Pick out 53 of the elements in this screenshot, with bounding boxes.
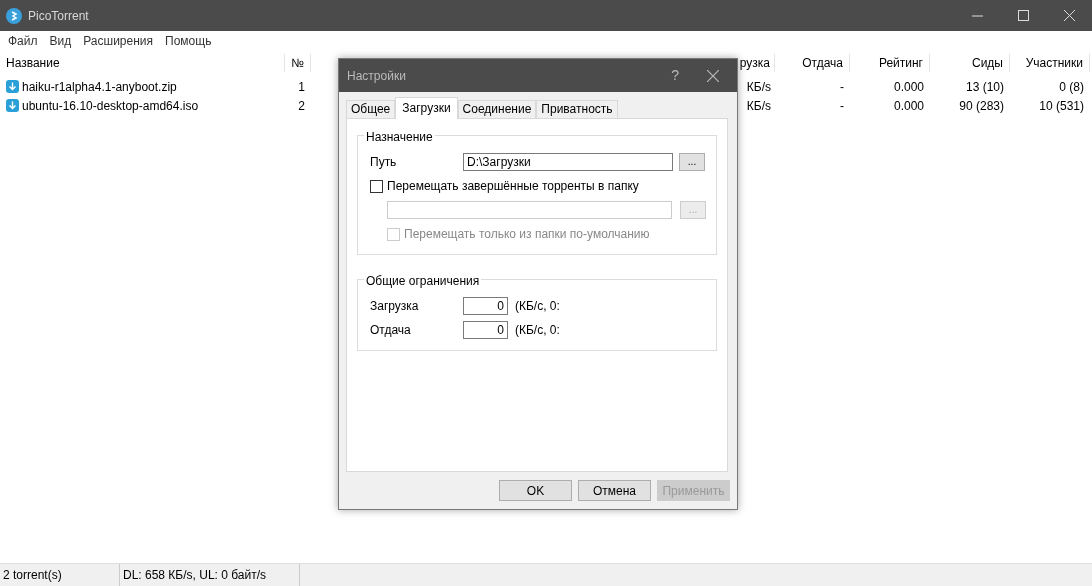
group-legend: Общие ограничения [364, 272, 482, 290]
unit-label: (КБ/с, 0: [515, 322, 560, 339]
path-field[interactable]: D:\Загрузки [463, 153, 673, 171]
tab[interactable]: Общее [346, 100, 396, 118]
unit-label: (КБ/с, 0: [515, 298, 560, 315]
checkbox[interactable] [370, 179, 383, 193]
app-logo-icon [6, 7, 22, 24]
menu-item[interactable]: Файл [2, 32, 44, 50]
torrent-name: haiku-r1alpha4.1-anyboot.zip [22, 78, 177, 96]
column-header[interactable]: Название [0, 54, 285, 72]
table-cell-text: 1 [297, 78, 306, 96]
checkbox-label: Перемещать завершённые торренты в папку [387, 178, 639, 195]
ok-button[interactable]: OK [499, 480, 572, 501]
folder-field[interactable] [387, 201, 673, 219]
dialog-title: Настройки [347, 67, 406, 85]
download-icon [6, 80, 19, 93]
window-title: PicoTorrent [28, 7, 89, 25]
help-button[interactable]: ? [671, 65, 679, 86]
tab[interactable]: Соединение [457, 100, 537, 118]
table-cell-text: 90 (283) [958, 97, 1005, 115]
limit-field[interactable]: 0 [463, 321, 508, 339]
tab[interactable]: Приватность [536, 100, 618, 118]
torrent-name: ubuntu-16.10-desktop-amd64.iso [22, 97, 199, 115]
cancel-button[interactable]: Отмена [578, 480, 651, 501]
status-text: DL: 658 КБ/s, UL: 0 байт/s [123, 567, 267, 584]
column-header[interactable]: Сиды [930, 54, 1010, 72]
status-text: 2 torrent(s) [3, 567, 62, 584]
limit-field[interactable]: 0 [463, 297, 508, 315]
download-icon [6, 99, 19, 112]
field-label: Путь [370, 154, 398, 171]
field-label: Отдача [370, 322, 412, 339]
browse-button[interactable]: ... [679, 153, 705, 171]
field-label: Загрузка [370, 298, 420, 315]
table-cell-text: 2 [297, 97, 306, 115]
table-cell-text: 13 (10) [964, 78, 1005, 96]
table-cell-text: 0.000 [892, 78, 925, 96]
close-icon[interactable] [707, 69, 719, 82]
table-cell-text: КБ/s [745, 78, 772, 96]
table-cell-text: 10 (531) [1038, 97, 1085, 115]
menu-item[interactable]: Вид [43, 32, 78, 50]
table-cell-text: - [839, 78, 845, 96]
table-cell-text: 0 (8) [1058, 78, 1085, 96]
table-cell-text: 0.000 [892, 97, 925, 115]
table-cell-text: - [839, 97, 845, 115]
menu-item[interactable]: Помощь [159, 32, 218, 50]
table-cell-text: КБ/s [745, 97, 772, 115]
column-header[interactable]: Участники [1010, 54, 1090, 72]
checkbox-label: Перемещать только из папки по-умолчанию [404, 226, 650, 243]
menu-item[interactable]: Расширения [77, 32, 160, 50]
column-header[interactable]: Рейтинг [850, 54, 930, 72]
tab[interactable]: Загрузки [395, 97, 458, 119]
column-header[interactable]: № [285, 54, 311, 72]
column-header[interactable]: Отдача [775, 54, 850, 72]
